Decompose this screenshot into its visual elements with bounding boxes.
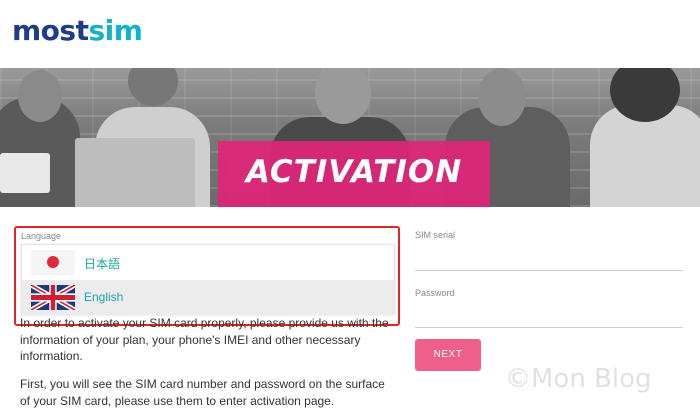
sim-serial-label: SIM serial: [415, 230, 456, 240]
language-dropdown[interactable]: 日本語 English: [21, 244, 395, 315]
language-option-label: English: [84, 290, 124, 304]
sim-serial-input[interactable]: [415, 270, 683, 271]
uk-flag-icon: [31, 285, 75, 310]
watermark-text: ©Mon Blog: [505, 364, 652, 394]
person-head: [478, 68, 526, 126]
person-head: [18, 70, 62, 122]
japan-flag-icon: [31, 250, 75, 275]
password-label: Password: [415, 288, 455, 298]
instructions-paragraph: First, you will see the SIM card number …: [20, 377, 385, 408]
site-header: mostsim: [0, 0, 700, 68]
logo-text-most: most: [12, 14, 89, 47]
language-option-japanese[interactable]: 日本語: [22, 245, 394, 280]
laptop-device: [75, 138, 195, 207]
language-option-english[interactable]: English: [22, 280, 394, 315]
password-input[interactable]: [415, 327, 683, 328]
language-label: Language: [21, 231, 62, 241]
mostsim-logo[interactable]: mostsim: [12, 14, 143, 47]
activation-title: ACTIVATION: [245, 154, 463, 190]
logo-text-sim: sim: [88, 14, 143, 47]
next-button[interactable]: NEXT: [415, 339, 481, 371]
instructions-paragraph: In order to activate your SIM card prope…: [20, 316, 389, 363]
tablet-device: [0, 153, 50, 193]
language-option-label: 日本語: [84, 257, 121, 271]
